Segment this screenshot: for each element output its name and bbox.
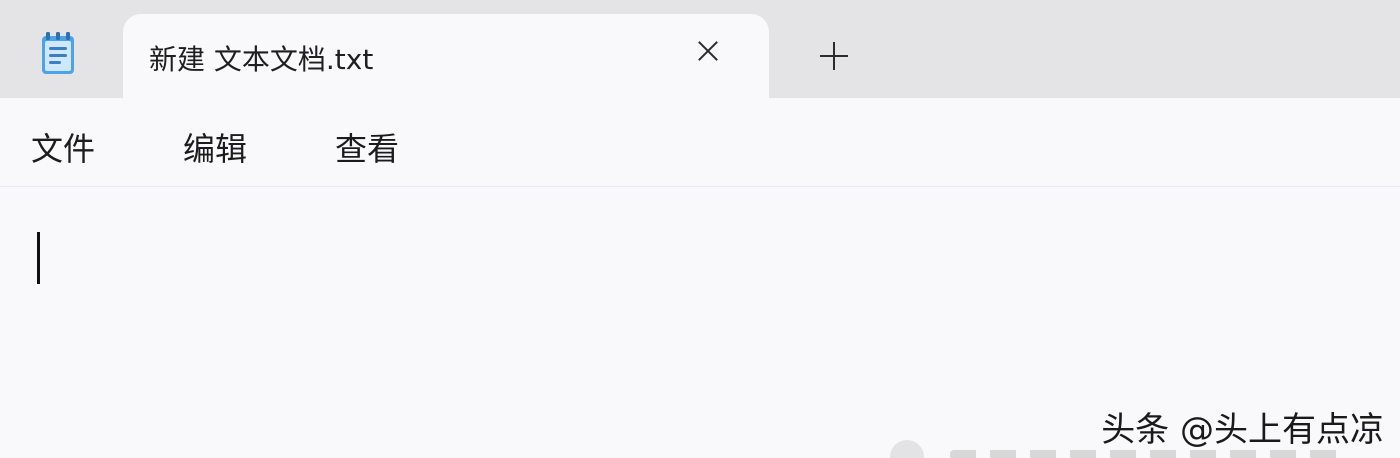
plus-icon[interactable]: [820, 42, 848, 70]
notepad-icon: [40, 32, 76, 76]
text-caret: [37, 232, 40, 284]
close-icon[interactable]: [695, 38, 721, 64]
watermark-blurred-text: [950, 450, 1350, 458]
tab-title: 新建 文本文档.txt: [149, 43, 374, 76]
menu-view[interactable]: 查看: [335, 124, 399, 170]
wechat-icon: [890, 440, 924, 458]
watermark-logo: [890, 440, 1390, 458]
menu-bar: 文件 编辑 查看: [0, 98, 1400, 187]
title-bar: 新建 文本文档.txt: [0, 0, 1400, 98]
menu-file[interactable]: 文件: [31, 124, 95, 170]
tab-document[interactable]: 新建 文本文档.txt: [123, 14, 769, 98]
menu-edit[interactable]: 编辑: [183, 124, 247, 170]
notepad-window: 新建 文本文档.txt 文件 编辑 查看 头条 @头上有点凉: [0, 0, 1400, 458]
